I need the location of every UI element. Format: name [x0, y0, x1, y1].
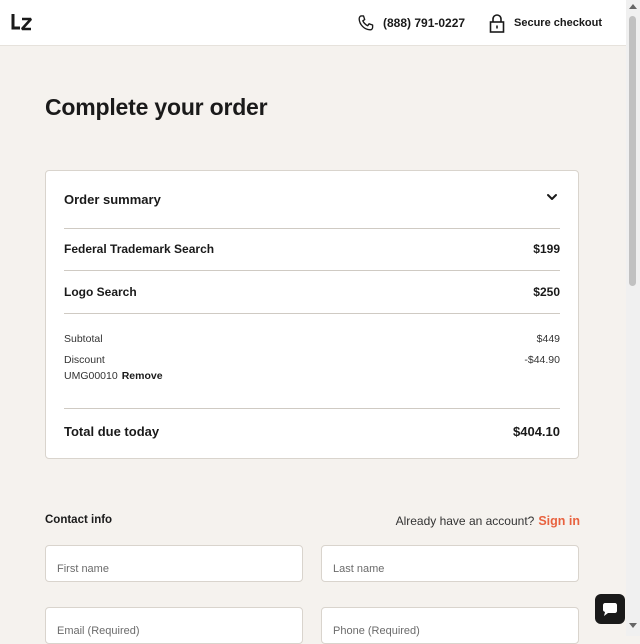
- scrollbar-thumb[interactable]: [629, 16, 636, 286]
- subtotal-label: Subtotal: [64, 333, 103, 345]
- order-summary-toggle[interactable]: Order summary: [46, 171, 578, 228]
- line-item-price: $250: [533, 285, 560, 299]
- phone-icon: [358, 14, 374, 31]
- order-summary-card: Order summary Federal Trademark Search $…: [45, 170, 579, 459]
- discount-code: UMG00010: [64, 370, 118, 382]
- chevron-down-icon[interactable]: [546, 191, 558, 203]
- scroll-down-arrow-icon[interactable]: [629, 623, 637, 628]
- remove-discount-link[interactable]: Remove: [122, 370, 163, 382]
- email-field[interactable]: [45, 607, 303, 644]
- lz-logo[interactable]: [11, 11, 33, 33]
- first-name-field[interactable]: [45, 545, 303, 582]
- divider: [64, 270, 560, 271]
- secure-checkout: Secure checkout: [489, 12, 602, 34]
- page-title: Complete your order: [45, 94, 268, 120]
- phone-link[interactable]: (888) 791-0227: [356, 12, 465, 34]
- line-item-price: $199: [533, 242, 560, 256]
- sign-in-link[interactable]: Sign in: [538, 514, 580, 528]
- secure-checkout-label: Secure checkout: [514, 17, 603, 29]
- contact-info-heading: Contact info: [45, 514, 113, 526]
- subtotal-value: $449: [536, 333, 560, 345]
- chat-button[interactable]: [595, 594, 625, 624]
- divider: [64, 408, 560, 409]
- divider: [64, 228, 560, 229]
- discount-value: -$44.90: [524, 354, 560, 366]
- chat-icon: [603, 603, 617, 616]
- phone-field[interactable]: [321, 607, 579, 644]
- line-item-name: Federal Trademark Search: [64, 242, 215, 256]
- top-bar: (888) 791-0227 Secure checkout: [0, 0, 626, 46]
- divider: [64, 313, 560, 314]
- order-summary-title: Order summary: [64, 192, 161, 207]
- total-label: Total due today: [64, 424, 160, 439]
- scroll-up-arrow-icon[interactable]: [629, 4, 637, 9]
- account-prompt: Already have an account? Sign in: [396, 514, 580, 528]
- discount-code-line: UMG00010 Remove: [64, 370, 163, 382]
- account-prompt-text: Already have an account?: [395, 514, 535, 528]
- line-item-name: Logo Search: [64, 285, 137, 299]
- lock-icon: [489, 13, 505, 33]
- total-value: $404.10: [513, 424, 560, 439]
- phone-number[interactable]: (888) 791-0227: [383, 16, 465, 30]
- last-name-field[interactable]: [321, 545, 579, 582]
- discount-label: Discount: [64, 354, 105, 366]
